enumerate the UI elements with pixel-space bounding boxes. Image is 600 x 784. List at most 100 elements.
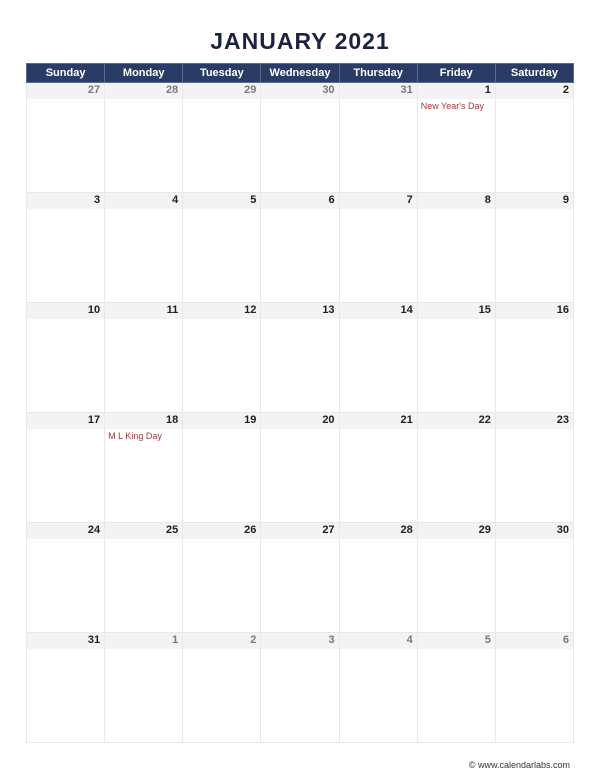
calendar-week: 24252627282930 — [27, 523, 574, 633]
day-header: Tuesday — [183, 64, 261, 83]
calendar-cell: 26 — [183, 523, 261, 633]
calendar-cell: 5 — [183, 193, 261, 303]
day-number: 23 — [557, 414, 569, 426]
daynum-band — [496, 193, 573, 209]
daynum-band — [27, 193, 104, 209]
calendar-cell: 9 — [495, 193, 573, 303]
day-number: 13 — [322, 304, 334, 316]
calendar-cell: 20 — [261, 413, 339, 523]
calendar-grid: SundayMondayTuesdayWednesdayThursdayFrid… — [26, 63, 574, 743]
day-number: 4 — [172, 194, 178, 206]
day-number: 5 — [250, 194, 256, 206]
daynum-band — [183, 193, 260, 209]
daynum-band — [183, 633, 260, 649]
calendar-event: M L King Day — [108, 431, 179, 441]
day-number: 16 — [557, 304, 569, 316]
calendar-week: 10 11 12 13 14 15 16 — [27, 303, 574, 413]
calendar-cell: 1New Year's Day — [417, 83, 495, 193]
day-header: Sunday — [27, 64, 105, 83]
calendar-cell: 17 — [27, 413, 105, 523]
calendar-cell: 31 — [339, 83, 417, 193]
day-header: Monday — [105, 64, 183, 83]
daynum-band — [496, 633, 573, 649]
day-number: 30 — [322, 84, 334, 96]
day-number: 12 — [244, 304, 256, 316]
calendar-cell: 25 — [105, 523, 183, 633]
calendar-cell: 28 — [105, 83, 183, 193]
daynum-band — [261, 633, 338, 649]
day-number: 28 — [166, 84, 178, 96]
calendar-cell: 5 — [417, 633, 495, 743]
day-number: 21 — [400, 414, 412, 426]
day-number: 3 — [328, 634, 334, 646]
day-number: 22 — [479, 414, 491, 426]
day-number: 5 — [485, 634, 491, 646]
day-number: 19 — [244, 414, 256, 426]
day-number: 28 — [400, 524, 412, 536]
day-number: 27 — [88, 84, 100, 96]
daynum-band — [261, 193, 338, 209]
daynum-band — [340, 193, 417, 209]
day-number: 31 — [88, 634, 100, 646]
daynum-band — [418, 633, 495, 649]
day-number: 9 — [563, 194, 569, 206]
calendar-cell: 7 — [339, 193, 417, 303]
calendar-cell: 4 — [339, 633, 417, 743]
day-number: 2 — [563, 84, 569, 96]
daynum-band — [496, 83, 573, 99]
day-number: 1 — [485, 84, 491, 96]
calendar-week: 27 28 29 30 31 1New Year's Day 2 — [27, 83, 574, 193]
calendar-cell: 30 — [495, 523, 573, 633]
day-number: 15 — [479, 304, 491, 316]
day-number: 29 — [479, 524, 491, 536]
day-number: 29 — [244, 84, 256, 96]
calendar-cell: 23 — [495, 413, 573, 523]
calendar-cell: 6 — [261, 193, 339, 303]
footer-credit: © www.calendarlabs.com — [469, 760, 570, 770]
day-number: 4 — [407, 634, 413, 646]
calendar-cell: 11 — [105, 303, 183, 413]
calendar-sheet: JANUARY 2021 SundayMondayTuesdayWednesda… — [0, 0, 600, 784]
calendar-cell: 31 — [27, 633, 105, 743]
calendar-cell: 29 — [183, 83, 261, 193]
day-number: 18 — [166, 414, 178, 426]
day-header: Thursday — [339, 64, 417, 83]
calendar-cell: 14 — [339, 303, 417, 413]
day-number: 31 — [400, 84, 412, 96]
calendar-cell: 21 — [339, 413, 417, 523]
day-number: 8 — [485, 194, 491, 206]
calendar-cell: 27 — [27, 83, 105, 193]
day-number: 17 — [88, 414, 100, 426]
daynum-band — [105, 633, 182, 649]
calendar-cell: 8 — [417, 193, 495, 303]
day-number: 30 — [557, 524, 569, 536]
daynum-band — [418, 193, 495, 209]
calendar-cell: 10 — [27, 303, 105, 413]
day-number: 14 — [400, 304, 412, 316]
day-number: 25 — [166, 524, 178, 536]
day-number: 11 — [167, 304, 179, 316]
day-number: 26 — [244, 524, 256, 536]
calendar-cell: 30 — [261, 83, 339, 193]
calendar-cell: 3 — [27, 193, 105, 303]
day-number: 2 — [250, 634, 256, 646]
day-header: Wednesday — [261, 64, 339, 83]
day-number: 1 — [172, 634, 178, 646]
calendar-cell: 2 — [183, 633, 261, 743]
calendar-cell: 29 — [417, 523, 495, 633]
calendar-cell: 28 — [339, 523, 417, 633]
calendar-cell: 6 — [495, 633, 573, 743]
calendar-cell: 16 — [495, 303, 573, 413]
calendar-cell: 19 — [183, 413, 261, 523]
daynum-band — [418, 83, 495, 99]
calendar-cell: 15 — [417, 303, 495, 413]
calendar-week: 17 18 M L King Day 19 20 21 22 23 — [27, 413, 574, 523]
month-title: JANUARY 2021 — [26, 28, 574, 55]
day-number: 20 — [322, 414, 334, 426]
day-number: 3 — [94, 194, 100, 206]
day-number: 6 — [328, 194, 334, 206]
calendar-week: 31 1 2 3 4 56 — [27, 633, 574, 743]
calendar-cell: 3 — [261, 633, 339, 743]
calendar-cell: 22 — [417, 413, 495, 523]
daynum-band — [340, 633, 417, 649]
